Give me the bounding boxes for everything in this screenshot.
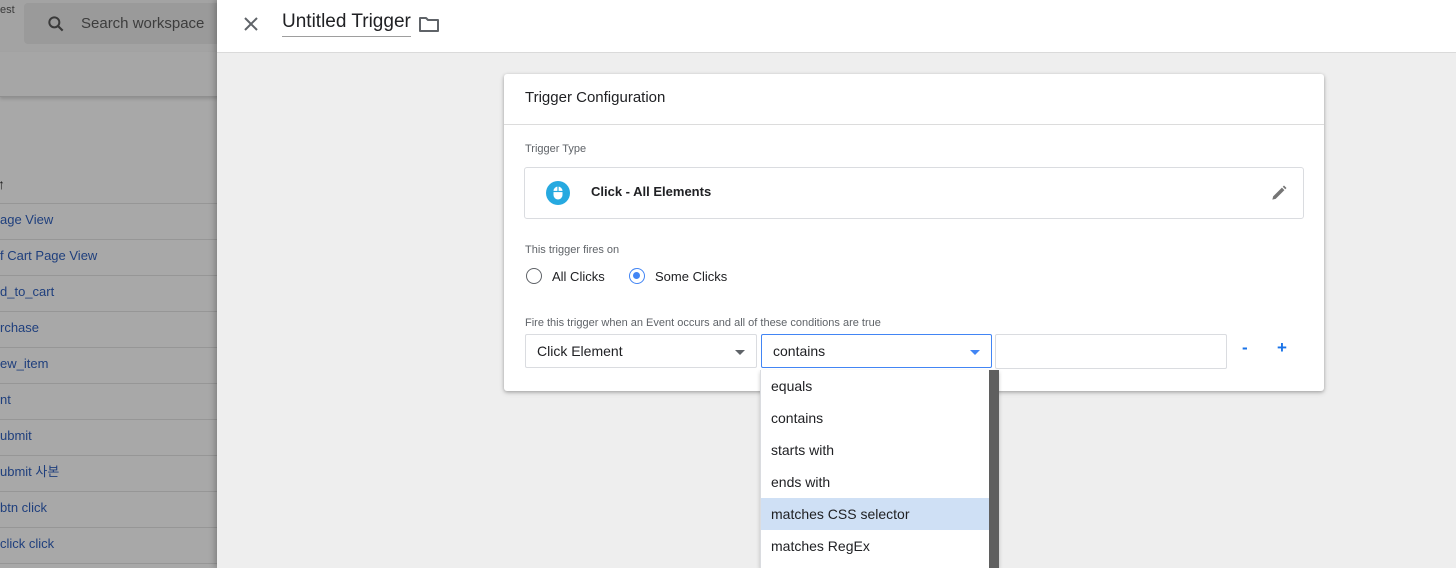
trigger-type-selector[interactable]: Click - All Elements: [524, 167, 1304, 219]
chevron-down-icon: [735, 350, 745, 355]
chevron-down-icon: [970, 350, 980, 355]
trigger-list-item[interactable]: click click: [0, 527, 230, 564]
radio-label: All Clicks: [552, 268, 605, 284]
folder-icon[interactable]: [417, 12, 441, 36]
search-placeholder: Search workspace: [81, 15, 205, 32]
trigger-list-item[interactable]: age View: [0, 203, 230, 239]
pencil-icon[interactable]: [1269, 183, 1289, 203]
editor-header: Untitled Trigger: [217, 0, 1456, 53]
search-icon: [48, 16, 64, 32]
trigger-list-item[interactable]: nt: [0, 383, 230, 419]
workspace-toolbar: [0, 52, 230, 97]
trigger-list-item[interactable]: ew_item: [0, 347, 230, 383]
close-icon[interactable]: [239, 12, 263, 36]
fires-on-label: This trigger fires on: [525, 244, 620, 256]
variable-select-value: Click Element: [537, 343, 623, 359]
radio-some-clicks[interactable]: Some Clicks: [629, 268, 727, 284]
trigger-configuration-card: Trigger Configuration Trigger Type Click…: [504, 74, 1324, 391]
add-condition-button[interactable]: +: [1277, 338, 1287, 358]
variable-select[interactable]: Click Element: [525, 334, 757, 368]
workspace-search[interactable]: Search workspace: [24, 3, 230, 44]
radio-label: Some Clicks: [655, 268, 728, 284]
radio-all-clicks[interactable]: All Clicks: [526, 268, 605, 284]
radio-button-selected[interactable]: [629, 268, 645, 284]
trigger-list: age View f Cart Page View d_to_cart rcha…: [0, 203, 230, 564]
dropdown-option-equals[interactable]: equals: [761, 370, 989, 402]
card-divider: [504, 124, 1324, 125]
trigger-type-label: Trigger Type: [525, 143, 587, 155]
trigger-list-item[interactable]: rchase: [0, 311, 230, 347]
conditions-label: Fire this trigger when an Event occurs a…: [525, 317, 881, 329]
dropdown-option-matches-regex[interactable]: matches RegEx: [761, 530, 989, 562]
dropdown-option-contains[interactable]: contains: [761, 402, 989, 434]
dropdown-option-starts-with[interactable]: starts with: [761, 434, 989, 466]
trigger-list-item[interactable]: d_to_cart: [0, 275, 230, 311]
dropdown-option-matches-css-selector[interactable]: matches CSS selector: [761, 498, 989, 530]
radio-button-unselected[interactable]: [526, 268, 542, 284]
trigger-editor-panel: Untitled Trigger Trigger Configuration T…: [217, 0, 1456, 568]
operator-dropdown-menu: equals contains starts with ends with ma…: [760, 370, 999, 568]
remove-condition-button[interactable]: -: [1242, 338, 1248, 358]
trigger-list-item[interactable]: btn click: [0, 491, 230, 527]
sort-arrow-icon[interactable]: ↑: [0, 176, 5, 192]
dropdown-scrollbar[interactable]: [989, 370, 999, 568]
mouse-click-icon: [546, 181, 570, 205]
trigger-list-item[interactable]: ubmit: [0, 419, 230, 455]
operator-select-value: contains: [773, 343, 826, 359]
operator-select[interactable]: contains: [761, 334, 992, 368]
trigger-type-value: Click - All Elements: [591, 184, 712, 199]
workspace-topbar: est Search workspace: [0, 0, 230, 52]
card-title: Trigger Configuration: [525, 89, 666, 106]
trigger-list-item[interactable]: ubmit 사본: [0, 455, 230, 491]
trigger-list-item[interactable]: f Cart Page View: [0, 239, 230, 275]
trigger-name-field[interactable]: Untitled Trigger: [282, 11, 411, 37]
workspace-background: est Search workspace ↑ age View f Cart P…: [0, 0, 230, 568]
dropdown-option-ends-with[interactable]: ends with: [761, 466, 989, 498]
condition-value-input[interactable]: [995, 334, 1227, 369]
workspace-title-fragment: est: [0, 4, 15, 16]
